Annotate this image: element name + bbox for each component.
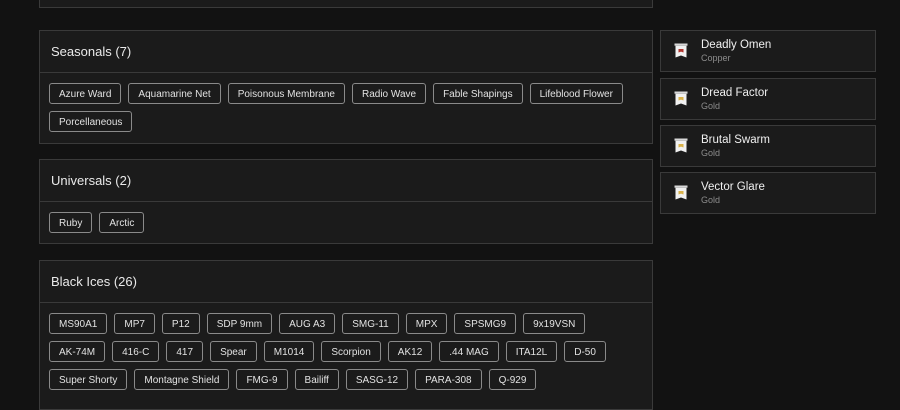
universals-panel: Universals (2) Ruby Arctic	[39, 159, 653, 244]
charm-name: Brutal Swarm	[701, 133, 771, 146]
chip-p12[interactable]: P12	[161, 313, 200, 334]
charm-card-deadly-omen[interactable]: Deadly Omen Copper	[660, 30, 876, 72]
universals-chip-list: Ruby Arctic	[40, 202, 652, 233]
charm-name: Vector Glare	[701, 180, 765, 193]
chip-ruby[interactable]: Ruby	[49, 212, 93, 233]
banner-icon	[674, 185, 688, 201]
banner-icon	[674, 138, 688, 154]
charm-card-text: Brutal Swarm Gold	[701, 134, 770, 159]
seasonals-title: Seasonals (7)	[40, 31, 652, 73]
chip-spsmg9[interactable]: SPSMG9	[454, 313, 517, 334]
banner-icon	[674, 91, 688, 107]
seasonals-panel: Seasonals (7) Azure Ward Aquamarine Net Po…	[39, 30, 653, 144]
chip-q-929[interactable]: Q-929	[488, 369, 537, 390]
chip-44-mag[interactable]: .44 MAG	[439, 341, 499, 362]
chip-azure-ward[interactable]: Azure Ward	[49, 83, 122, 104]
charm-card-text: Deadly Omen Copper	[701, 39, 771, 64]
chip-ak-74m[interactable]: AK-74M	[49, 341, 106, 362]
top-panel-partial	[39, 0, 653, 8]
charm-tier: Gold	[701, 147, 721, 158]
charm-card-text: Dread Factor Gold	[701, 87, 768, 112]
chip-417[interactable]: 417	[166, 341, 204, 362]
charm-card-dread-factor[interactable]: Dread Factor Gold	[660, 78, 876, 120]
chip-fmg-9[interactable]: FMG-9	[236, 369, 288, 390]
charm-tier: Gold	[701, 194, 721, 205]
chip-mp7[interactable]: MP7	[114, 313, 155, 334]
chip-super-shorty[interactable]: Super Shorty	[49, 369, 128, 390]
chip-d-50[interactable]: D-50	[564, 341, 606, 362]
charm-name: Dread Factor	[701, 86, 769, 99]
chip-smg-11[interactable]: SMG-11	[342, 313, 399, 334]
chip-spear[interactable]: Spear	[210, 341, 257, 362]
chip-porcellaneous[interactable]: Porcellaneous	[49, 111, 133, 132]
chip-bailiff[interactable]: Bailiff	[294, 369, 339, 390]
banner-icon	[674, 43, 688, 59]
black-ices-chip-list: MS90A1 MP7 P12 SDP 9mm AUG A3 SMG-11 MPX SPSMG9…	[40, 303, 652, 390]
chip-mpx[interactable]: MPX	[405, 313, 448, 334]
chip-sdp-9mm[interactable]: SDP 9mm	[206, 313, 273, 334]
black-ices-panel: Black Ices (26) MS90A1 MP7 P12 SDP 9mm AUG A…	[39, 260, 653, 410]
charm-name: Deadly Omen	[701, 38, 772, 51]
chip-poisonous-membrane[interactable]: Poisonous Membrane	[227, 83, 345, 104]
chip-9x19vsn[interactable]: 9x19VSN	[523, 313, 586, 334]
chip-radio-wave[interactable]: Radio Wave	[351, 83, 427, 104]
chip-sasg-12[interactable]: SASG-12	[345, 369, 409, 390]
chip-arctic[interactable]: Arctic	[99, 212, 145, 233]
charm-tier: Copper	[701, 52, 731, 63]
chip-m1014[interactable]: M1014	[263, 341, 315, 362]
chip-aquamarine-net[interactable]: Aquamarine Net	[128, 83, 221, 104]
seasonals-chip-list: Azure Ward Aquamarine Net Poisonous Membra…	[40, 73, 652, 132]
black-ices-title: Black Ices (26)	[40, 261, 652, 303]
chip-para-308[interactable]: PARA-308	[415, 369, 482, 390]
chip-ita12l[interactable]: ITA12L	[505, 341, 558, 362]
universals-title: Universals (2)	[40, 160, 652, 202]
chip-scorpion[interactable]: Scorpion	[321, 341, 381, 362]
charm-tier: Gold	[701, 100, 721, 111]
chip-416-c[interactable]: 416-C	[112, 341, 160, 362]
chip-montagne-shield[interactable]: Montagne Shield	[134, 369, 230, 390]
charm-card-text: Vector Glare Gold	[701, 181, 765, 206]
chip-lifeblood-flower[interactable]: Lifeblood Flower	[529, 83, 623, 104]
chip-ms90a1[interactable]: MS90A1	[49, 313, 108, 334]
chip-aug-a3[interactable]: AUG A3	[279, 313, 336, 334]
charm-card-brutal-swarm[interactable]: Brutal Swarm Gold	[660, 125, 876, 167]
chip-fable-shapings[interactable]: Fable Shapings	[433, 83, 523, 104]
chip-ak12[interactable]: AK12	[387, 341, 433, 362]
charm-card-vector-glare[interactable]: Vector Glare Gold	[660, 172, 876, 214]
